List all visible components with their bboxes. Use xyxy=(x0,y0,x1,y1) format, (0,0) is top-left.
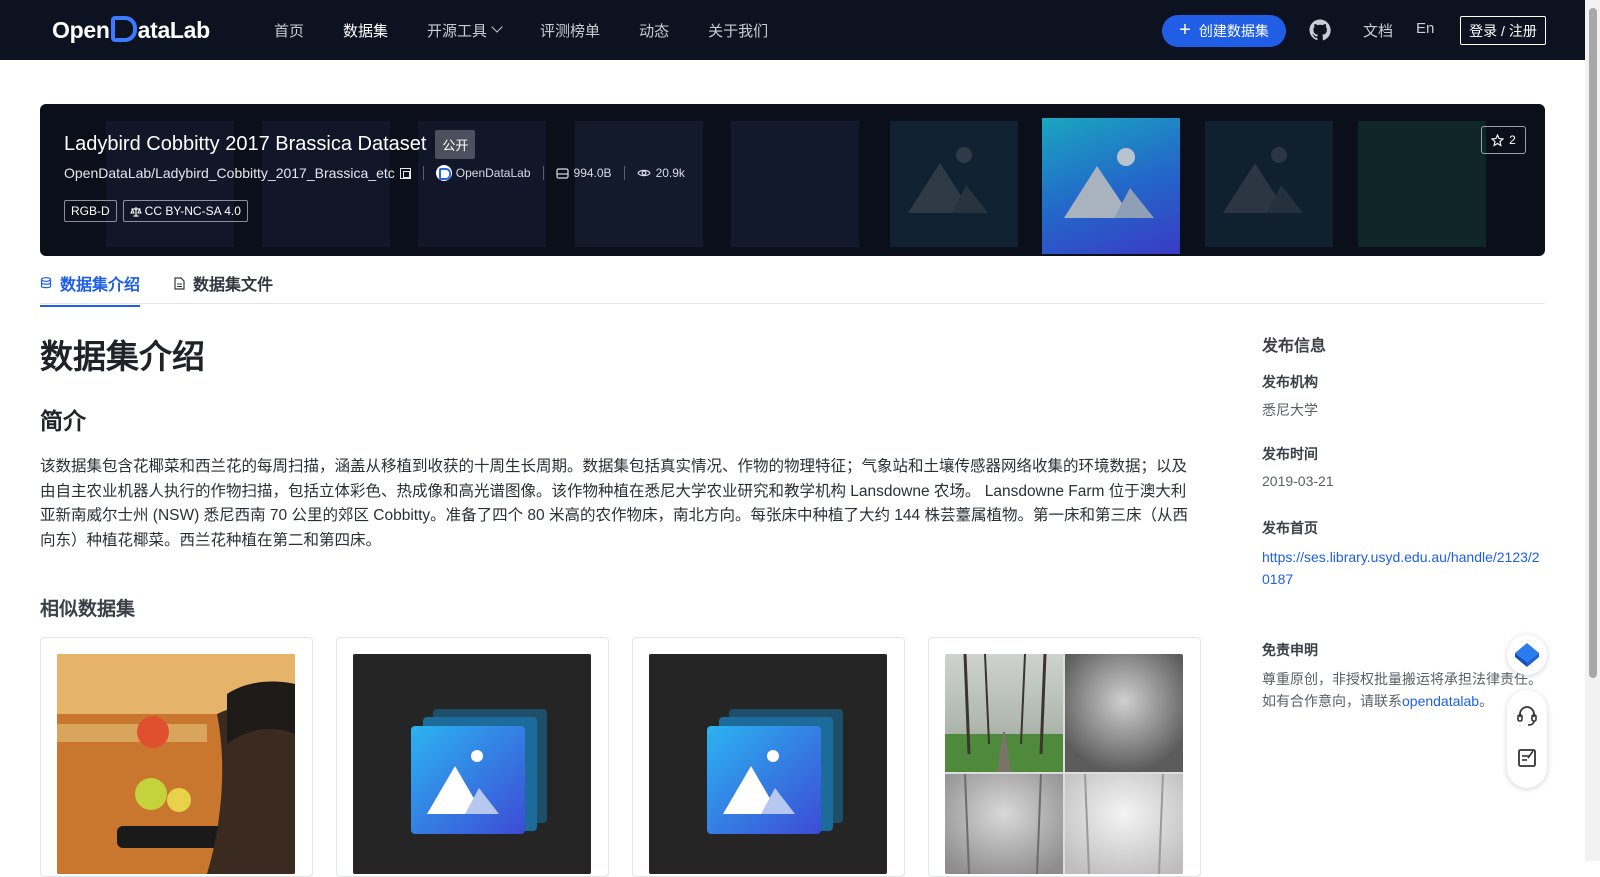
dataset-size-value: 994.0B xyxy=(573,166,612,180)
dataset-repo-path: OpenDataLab/Ladybird_Cobbitty_2017_Brass… xyxy=(64,165,395,181)
file-icon xyxy=(174,276,185,290)
dataset-tabs: 数据集介绍 数据集文件 xyxy=(40,262,1545,307)
placeholder-image-icon xyxy=(707,709,843,834)
tab-intro[interactable]: 数据集介绍 xyxy=(40,271,141,307)
tab-files-label: 数据集文件 xyxy=(193,277,274,294)
divider xyxy=(542,166,544,180)
nav-docs[interactable]: 文档 xyxy=(1363,20,1393,41)
banner-thumbnail xyxy=(731,121,859,247)
dataset-cover-image xyxy=(57,654,295,874)
publisher-logo-icon xyxy=(435,165,452,181)
cover-photo xyxy=(57,654,295,874)
view-count: 20.9k xyxy=(636,166,685,180)
nav-datasets[interactable]: 数据集 xyxy=(343,20,388,41)
similar-dataset-card[interactable] xyxy=(336,637,609,877)
disclaimer-end: 。 xyxy=(1479,693,1494,709)
similar-dataset-card[interactable] xyxy=(928,637,1201,877)
placeholder-image-icon xyxy=(1064,148,1154,218)
logo-d-icon xyxy=(110,16,137,42)
nav-about[interactable]: 关于我们 xyxy=(708,20,768,41)
publisher-org-label: 发布机构 xyxy=(1262,374,1318,390)
contact-link[interactable]: opendatalab xyxy=(1402,693,1479,709)
placeholder-image-icon xyxy=(908,147,988,213)
visibility-badge: 公开 xyxy=(435,130,476,159)
disclaimer-text: 尊重原创，非授权批量搬运将承担法律责任。如有合作意向，请联系opendatala… xyxy=(1262,668,1542,712)
nav-leaderboard[interactable]: 评测榜单 xyxy=(540,20,600,41)
cover-photo xyxy=(945,654,1183,874)
feedback-icon[interactable] xyxy=(1507,738,1547,778)
login-register-button[interactable]: 登录 / 注册 xyxy=(1460,16,1546,45)
scrollbar-thumb[interactable] xyxy=(1589,8,1597,678)
dataset-cover-image xyxy=(649,654,887,874)
assistant-button[interactable] xyxy=(1507,635,1547,675)
diamond-logo-icon xyxy=(1515,643,1539,667)
license-icon xyxy=(129,206,142,217)
section-heading: 数据集介绍 xyxy=(40,338,205,375)
license-tag[interactable]: CC BY-NC-SA 4.0 xyxy=(122,200,248,222)
homepage-label: 发布首页 xyxy=(1262,520,1318,536)
divider xyxy=(623,166,625,180)
chevron-down-icon xyxy=(491,21,503,33)
tab-intro-label: 数据集介绍 xyxy=(60,277,141,294)
create-dataset-button[interactable]: + 创建数据集 xyxy=(1162,15,1286,47)
storage-icon xyxy=(555,167,569,179)
tab-files[interactable]: 数据集文件 xyxy=(174,271,273,295)
publisher[interactable]: OpenDataLab xyxy=(435,165,531,181)
publish-date-value: 2019-03-21 xyxy=(1262,473,1334,489)
publish-date-label: 发布时间 xyxy=(1262,446,1318,462)
github-icon[interactable] xyxy=(1308,18,1332,42)
support-icon[interactable] xyxy=(1507,696,1547,736)
plus-icon: + xyxy=(1179,19,1191,41)
copy-icon[interactable] xyxy=(399,167,411,179)
homepage-link[interactable]: https://ses.library.usyd.edu.au/handle/2… xyxy=(1262,546,1546,590)
language-switch[interactable]: En xyxy=(1416,20,1434,37)
dataset-title-row: Ladybird Cobbitty 2017 Brassica Dataset … xyxy=(64,130,476,159)
star-icon xyxy=(1491,133,1505,147)
banner-thumbnail xyxy=(890,121,1018,247)
nav-tools-label: 开源工具 xyxy=(427,22,488,40)
banner-thumbnail xyxy=(575,121,703,247)
database-icon xyxy=(40,277,52,289)
placeholder-image-icon xyxy=(411,709,547,834)
similar-dataset-card[interactable] xyxy=(40,637,313,877)
placeholder-image-icon xyxy=(1223,147,1303,213)
star-count: 2 xyxy=(1509,133,1516,147)
dataset-banner: Ladybird Cobbitty 2017 Brassica Dataset … xyxy=(40,104,1545,256)
divider xyxy=(422,166,424,180)
view-count-value: 20.9k xyxy=(655,166,685,180)
dataset-cover-image xyxy=(945,654,1183,874)
floating-toolbar xyxy=(1507,635,1547,788)
dataset-cover-image xyxy=(353,654,591,874)
dataset-meta: OpenDataLab/Ladybird_Cobbitty_2017_Brass… xyxy=(64,165,685,181)
main-nav: 首页 数据集 开源工具 评测榜单 动态 关于我们 xyxy=(274,0,807,60)
publish-info-title: 发布信息 xyxy=(1262,338,1327,355)
license-tag-label: CC BY-NC-SA 4.0 xyxy=(144,204,241,218)
disclaimer-label: 免责申明 xyxy=(1262,642,1318,658)
star-button[interactable]: 2 xyxy=(1481,126,1526,154)
similar-datasets-heading: 相似数据集 xyxy=(40,599,136,620)
intro-subheading: 简介 xyxy=(40,408,86,434)
logo[interactable]: Open ataLab xyxy=(52,16,210,44)
dataset-title: Ladybird Cobbitty 2017 Brassica Dataset xyxy=(64,133,427,155)
dataset-tags: RGB-D CC BY-NC-SA 4.0 xyxy=(64,200,254,222)
logo-text-open: Open xyxy=(52,16,110,43)
banner-thumbnail xyxy=(1358,121,1486,247)
tool-group xyxy=(1507,690,1547,788)
banner-thumbnail-active xyxy=(1042,118,1180,254)
dataset-description: 该数据集包含花椰菜和西兰花的每周扫描，涵盖从移植到收获的十周生长周期。数据集包括… xyxy=(40,458,1188,549)
nav-tools[interactable]: 开源工具 xyxy=(427,20,503,41)
top-navbar: Open ataLab 首页 数据集 开源工具 评测榜单 动态 关于我们 + 创… xyxy=(0,0,1585,60)
modality-tag[interactable]: RGB-D xyxy=(64,200,117,222)
logo-text-datalab: ataLab xyxy=(137,16,211,43)
nav-news[interactable]: 动态 xyxy=(639,20,669,41)
page-scrollbar[interactable] xyxy=(1585,0,1600,861)
similar-dataset-card[interactable] xyxy=(632,637,905,877)
publisher-name: OpenDataLab xyxy=(455,166,531,180)
dataset-size: 994.0B xyxy=(555,166,612,180)
eye-icon xyxy=(636,169,651,177)
create-dataset-label: 创建数据集 xyxy=(1198,23,1269,39)
publisher-org-value: 悉尼大学 xyxy=(1262,402,1318,418)
nav-home[interactable]: 首页 xyxy=(274,20,304,41)
banner-thumbnail xyxy=(1205,121,1333,247)
